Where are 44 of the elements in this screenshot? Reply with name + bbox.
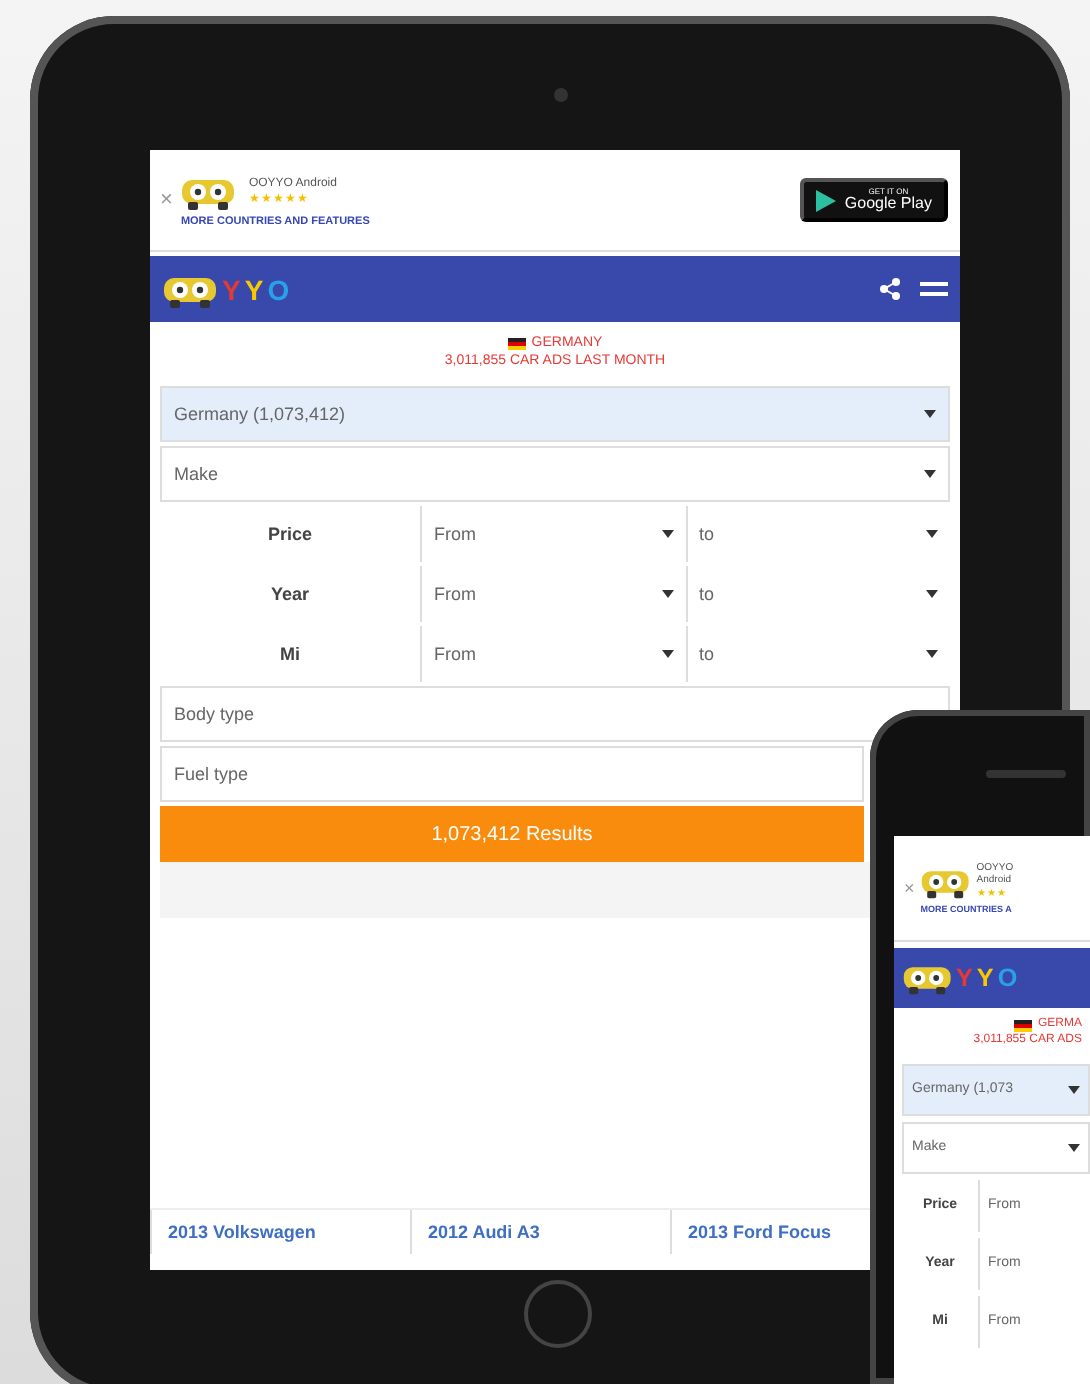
caret-icon (926, 530, 938, 539)
caret-icon (924, 470, 936, 479)
listing-link[interactable]: 2012 Audi A3 (410, 1210, 670, 1254)
field-value: Germany (1,073,412) (174, 404, 346, 425)
field-value: Make (174, 464, 219, 485)
share-icon[interactable] (880, 278, 900, 300)
listing-link[interactable]: 2013 Ford Focus (670, 1210, 836, 1254)
field-value: From (434, 584, 476, 605)
caret-icon (924, 410, 936, 419)
field-value: to (699, 524, 715, 545)
logo-letter: O (997, 964, 1018, 992)
logo-letter: Y (976, 964, 994, 992)
field-value: Fuel type (174, 764, 249, 785)
speaker-grille (986, 770, 1066, 778)
caret-icon (926, 650, 938, 659)
input-field[interactable]: Body type (160, 686, 950, 743)
logo-letter: Y (222, 273, 241, 305)
dropdown-field[interactable]: Make (160, 446, 950, 503)
field-value: Body type (174, 704, 255, 725)
field-label: Mi (278, 644, 302, 665)
input-field[interactable]: Fuel type (160, 746, 864, 803)
field-value: From (434, 644, 476, 665)
menu-icon[interactable] (920, 280, 948, 298)
listing-link[interactable]: 2013 Volkswagen (150, 1210, 410, 1254)
field-label: Year (268, 584, 312, 605)
logo-letter: Y (244, 273, 264, 305)
camera-icon (554, 88, 568, 102)
play-icon (816, 189, 837, 211)
caret-icon (661, 590, 673, 599)
caret-icon (1068, 1085, 1080, 1094)
flag-icon (507, 337, 526, 350)
store-name: Google Play (844, 196, 932, 212)
field-label: Price (265, 524, 315, 545)
flag-icon (1013, 1019, 1032, 1032)
caret-icon (926, 590, 938, 599)
field-value: to (699, 584, 715, 605)
caret-icon (661, 650, 673, 659)
caret-icon (1068, 1143, 1080, 1152)
dropdown-field[interactable]: Germany (1,073,412) (160, 386, 950, 443)
field-value: to (699, 644, 715, 665)
logo-letter: Y (956, 964, 973, 992)
caret-icon (661, 530, 673, 539)
logo-letter: O (267, 273, 290, 305)
field-value: From (434, 524, 476, 545)
